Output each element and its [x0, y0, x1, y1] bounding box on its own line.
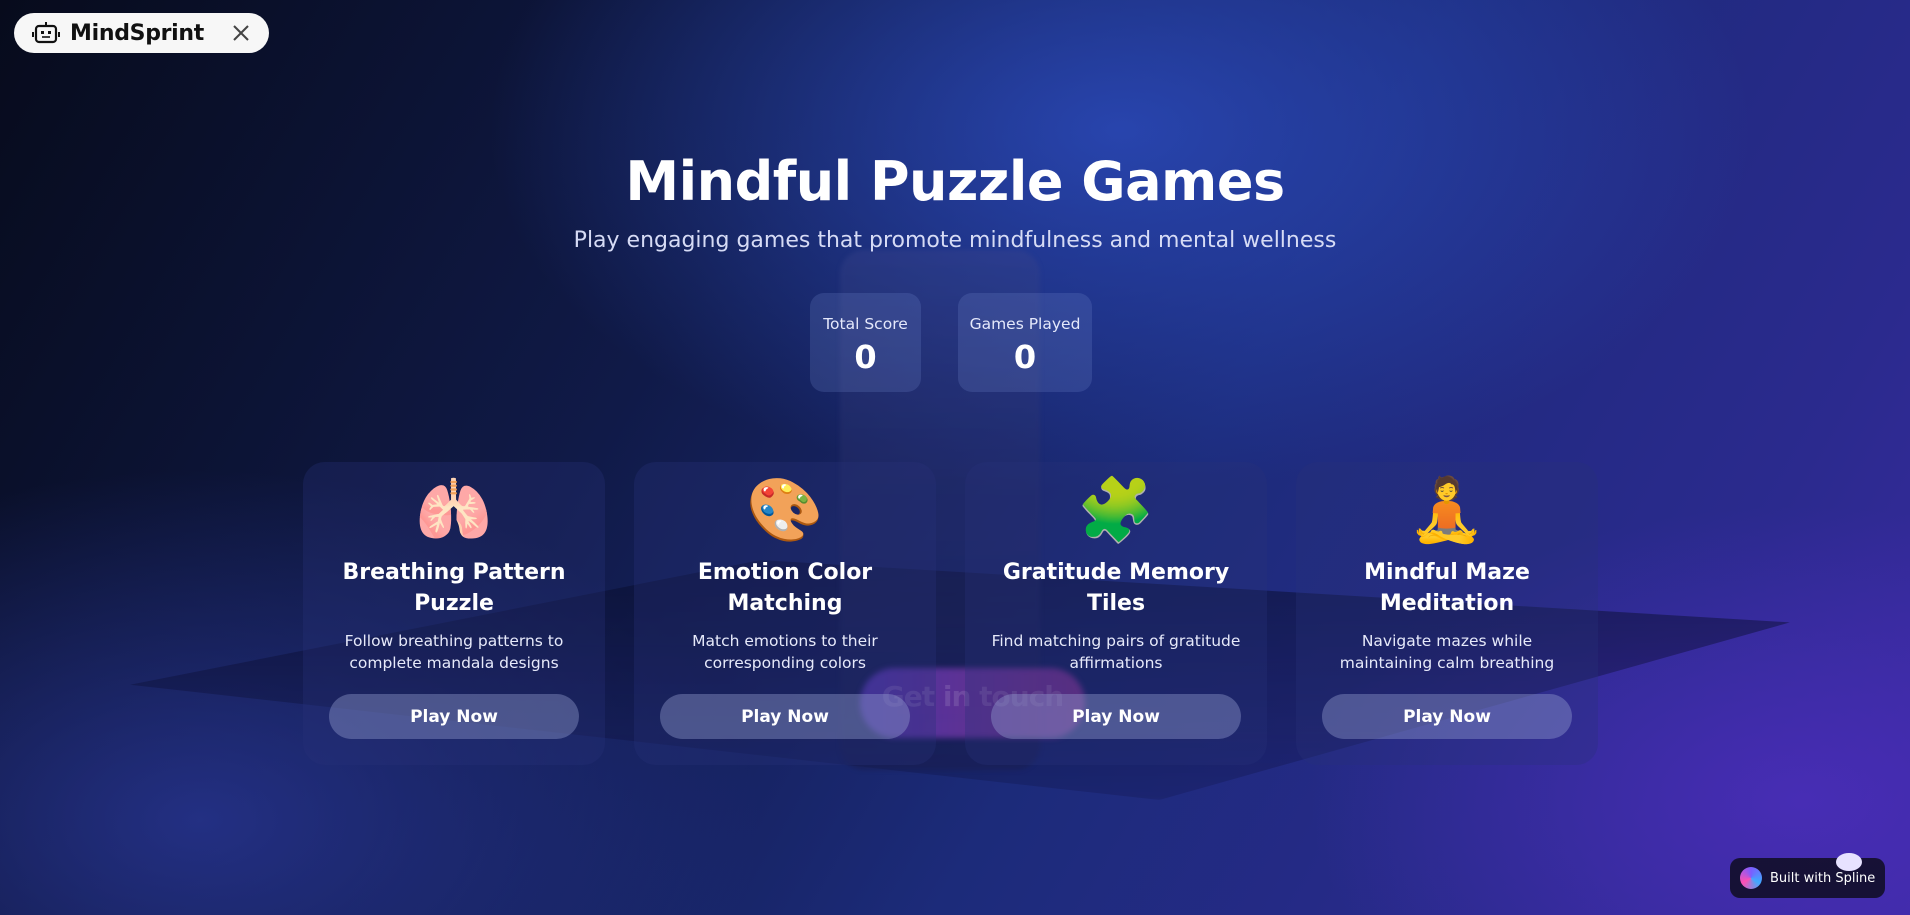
robot-icon: [32, 21, 60, 45]
game-card-breathing-pattern: 🫁 Breathing Pattern Puzzle Follow breath…: [303, 462, 605, 765]
game-title: Emotion Color Matching: [697, 560, 873, 616]
page-title: Mindful Puzzle Games: [625, 150, 1285, 213]
play-now-button[interactable]: Play Now: [329, 694, 579, 739]
lungs-icon: 🫁: [415, 473, 493, 546]
game-description: Follow breathing patterns to complete ma…: [344, 632, 564, 672]
game-description: Match emotions to their corresponding co…: [692, 632, 878, 672]
play-now-button[interactable]: Play Now: [991, 694, 1241, 739]
total-score-value: 0: [854, 338, 877, 376]
game-card-mindful-maze: 🧘 Mindful Maze Meditation Navigate mazes…: [1296, 462, 1598, 765]
game-card-gratitude-memory: 🧩 Gratitude Memory Tiles Find matching p…: [965, 462, 1267, 765]
game-title: Breathing Pattern Puzzle: [342, 560, 566, 616]
games-played-value: 0: [1013, 338, 1037, 376]
game-title: Mindful Maze Meditation: [1364, 560, 1530, 616]
spline-badge-text: Built with Spline: [1770, 870, 1876, 886]
game-description: Navigate mazes while maintaining calm br…: [1339, 632, 1555, 672]
built-with-spline-badge[interactable]: Built with Spline: [1730, 858, 1885, 898]
game-title: Gratitude Memory Tiles: [1002, 560, 1230, 616]
games-played-card: Games Played 0: [958, 293, 1092, 392]
spline-logo-icon: [1740, 867, 1762, 889]
game-description: Find matching pairs of gratitude affirma…: [991, 632, 1241, 672]
brand-name: MindSprint: [70, 20, 205, 46]
palette-icon: 🎨: [746, 473, 824, 546]
game-card-emotion-color: 🎨 Emotion Color Matching Match emotions …: [634, 462, 936, 765]
brand-pill: MindSprint: [14, 13, 269, 53]
puzzle-piece-icon: 🧩: [1077, 473, 1155, 546]
play-now-button[interactable]: Play Now: [660, 694, 910, 739]
page-subtitle: Play engaging games that promote mindful…: [573, 228, 1337, 253]
play-now-button[interactable]: Play Now: [1322, 694, 1572, 739]
games-played-label: Games Played: [969, 315, 1081, 333]
meditation-icon: 🧘: [1408, 473, 1486, 546]
total-score-card: Total Score 0: [810, 293, 921, 392]
close-icon[interactable]: [229, 21, 253, 45]
total-score-label: Total Score: [823, 315, 908, 333]
decorative-blob: [1836, 853, 1862, 871]
